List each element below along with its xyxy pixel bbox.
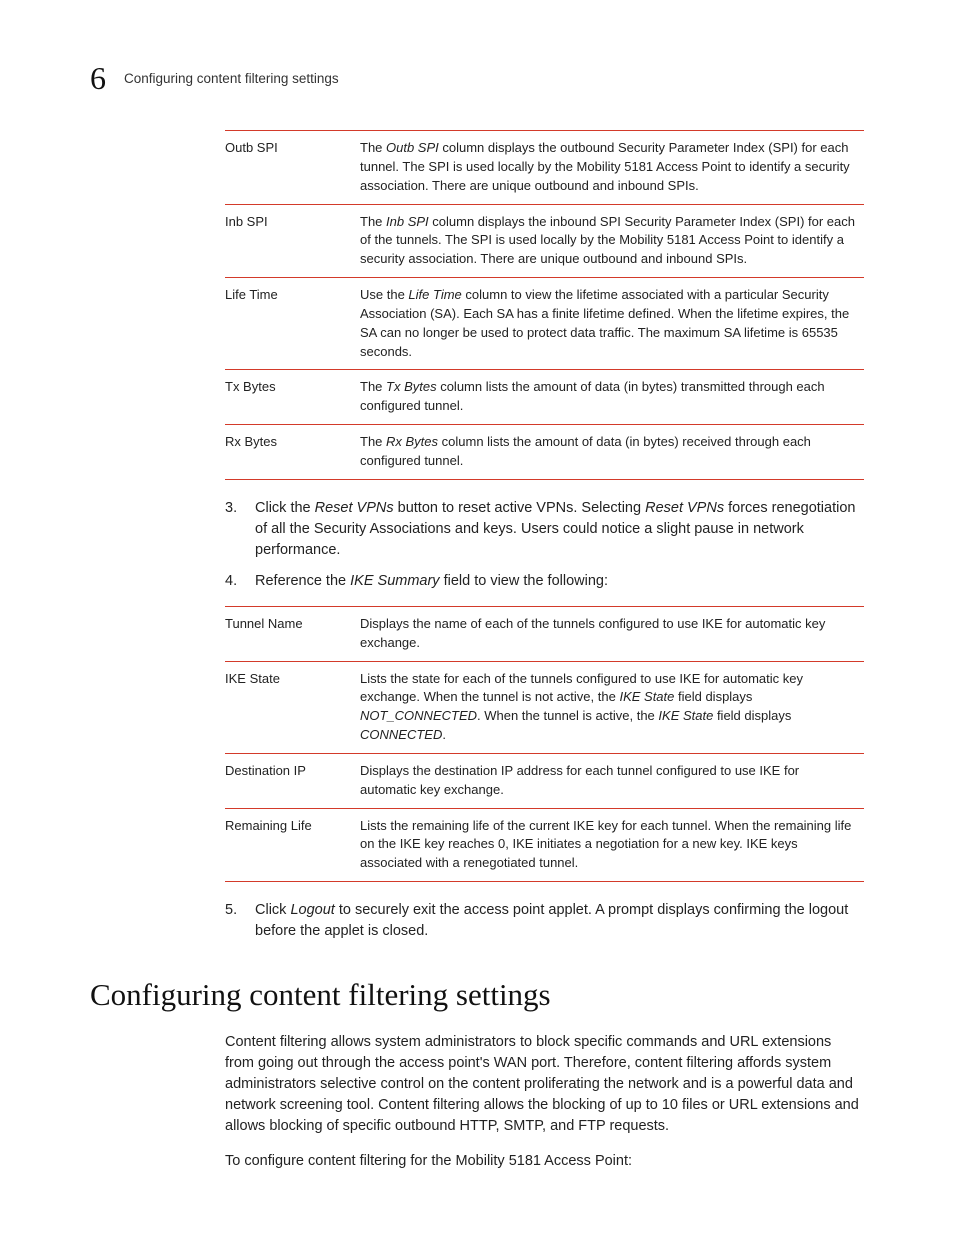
term-cell: Tx Bytes [225,370,360,425]
step-list-1: 3. Click the Reset VPNs button to reset … [225,498,864,592]
page-content: Outb SPI The Outb SPI column displays th… [225,130,864,956]
def-cell: Lists the remaining life of the current … [360,808,864,882]
section-body: Content filtering allows system administ… [225,1032,864,1186]
def-cell: The Tx Bytes column lists the amount of … [360,370,864,425]
table-row: Tunnel Name Displays the name of each of… [225,606,864,661]
step-number: 4. [225,571,243,592]
table-row: Life Time Use the Life Time column to vi… [225,278,864,370]
term-cell: Tunnel Name [225,606,360,661]
list-item: 3. Click the Reset VPNs button to reset … [225,498,864,561]
step-text: Click the Reset VPNs button to reset act… [255,498,864,561]
term-cell: Destination IP [225,753,360,808]
step-text: Click Logout to securely exit the access… [255,900,864,942]
def-cell: The Inb SPI column displays the inbound … [360,204,864,278]
term-cell: IKE State [225,661,360,753]
def-cell: The Rx Bytes column lists the amount of … [360,425,864,480]
section-heading: Configuring content filtering settings [90,977,551,1013]
step-number: 5. [225,900,243,942]
def-cell: Lists the state for each of the tunnels … [360,661,864,753]
term-cell: Inb SPI [225,204,360,278]
list-item: 5. Click Logout to securely exit the acc… [225,900,864,942]
table-row: Inb SPI The Inb SPI column displays the … [225,204,864,278]
step-number: 3. [225,498,243,561]
definition-table-2: Tunnel Name Displays the name of each of… [225,606,864,882]
term-cell: Life Time [225,278,360,370]
table-row: Rx Bytes The Rx Bytes column lists the a… [225,425,864,480]
table-row: Tx Bytes The Tx Bytes column lists the a… [225,370,864,425]
def-cell: Displays the name of each of the tunnels… [360,606,864,661]
definition-table-1: Outb SPI The Outb SPI column displays th… [225,130,864,480]
def-cell: Displays the destination IP address for … [360,753,864,808]
list-item: 4. Reference the IKE Summary field to vi… [225,571,864,592]
body-paragraph: Content filtering allows system administ… [225,1032,864,1137]
def-cell: The Outb SPI column displays the outboun… [360,131,864,205]
table-row: Destination IP Displays the destination … [225,753,864,808]
step-text: Reference the IKE Summary field to view … [255,571,608,592]
table-row: IKE State Lists the state for each of th… [225,661,864,753]
term-cell: Remaining Life [225,808,360,882]
step-list-2: 5. Click Logout to securely exit the acc… [225,900,864,942]
running-header: 6 Configuring content filtering settings [90,60,874,97]
table-row: Remaining Life Lists the remaining life … [225,808,864,882]
def-cell: Use the Life Time column to view the lif… [360,278,864,370]
term-cell: Outb SPI [225,131,360,205]
term-cell: Rx Bytes [225,425,360,480]
chapter-number: 6 [90,60,106,97]
body-paragraph: To configure content filtering for the M… [225,1151,864,1172]
table-row: Outb SPI The Outb SPI column displays th… [225,131,864,205]
running-title: Configuring content filtering settings [124,71,339,86]
